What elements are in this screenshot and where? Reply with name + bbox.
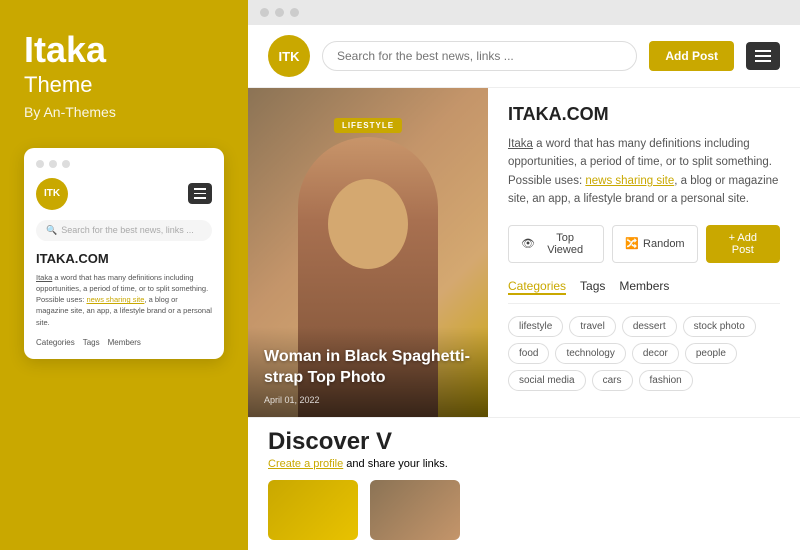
mockup-nav-tags[interactable]: Tags — [83, 338, 100, 347]
tag-decor[interactable]: decor — [632, 343, 679, 364]
mockup-search[interactable]: 🔍 Search for the best news, links ... — [36, 220, 212, 241]
browser-bar — [248, 0, 800, 25]
tags-grid: lifestyle travel dessert stock photo foo… — [508, 316, 780, 391]
mockup-link[interactable]: news sharing site — [86, 295, 144, 304]
top-viewed-button[interactable]: 👁 Top Viewed — [508, 225, 604, 263]
create-profile-link[interactable]: Create a profile — [268, 458, 343, 470]
browser-dot-1 — [260, 8, 269, 17]
tab-members[interactable]: Members — [619, 279, 669, 295]
brand-by: By An-Themes — [24, 104, 224, 120]
tag-cars[interactable]: cars — [592, 370, 633, 391]
info-description: Itaka a word that has many definitions i… — [508, 135, 780, 209]
tab-row: Categories Tags Members — [508, 279, 780, 304]
mockup-search-placeholder: Search for the best news, links ... — [61, 225, 194, 235]
mockup-site-title: ITAKA.COM — [36, 251, 212, 266]
main-logo: ITK — [268, 35, 310, 77]
discover-subtitle: Create a profile and share your links. — [268, 458, 780, 470]
mockup-description: Itaka a word that has many definitions i… — [36, 272, 212, 328]
mockup-logo: ITK — [36, 178, 68, 210]
action-buttons: 👁 Top Viewed 🔀 Random + Add Post — [508, 225, 780, 263]
mockup-nav: Categories Tags Members — [36, 338, 212, 347]
browser-content: ITK Add Post LIFESTYLE Woman in Black Sp… — [248, 25, 800, 550]
hero-section: LIFESTYLE Woman in Black Spaghetti-strap… — [248, 88, 488, 417]
mockup-hamburger-icon[interactable] — [188, 183, 212, 204]
tab-categories[interactable]: Categories — [508, 279, 566, 295]
add-post-button[interactable]: Add Post — [649, 41, 734, 71]
discover-section: Discover V Create a profile and share yo… — [248, 417, 800, 550]
tag-people[interactable]: people — [685, 343, 737, 364]
tag-fashion[interactable]: fashion — [639, 370, 693, 391]
nav-hamburger-icon[interactable] — [746, 42, 780, 70]
search-icon: 🔍 — [46, 225, 57, 236]
random-button[interactable]: 🔀 Random — [612, 225, 697, 263]
mockup-nav-members[interactable]: Members — [108, 338, 141, 347]
mockup-nav-categories[interactable]: Categories — [36, 338, 75, 347]
hero-overlay: Woman in Black Spaghetti-strap Top Photo… — [248, 327, 488, 417]
tag-dessert[interactable]: dessert — [622, 316, 677, 337]
sidebar-add-post-button[interactable]: + Add Post — [706, 225, 780, 263]
tag-food[interactable]: food — [508, 343, 549, 364]
tag-technology[interactable]: technology — [555, 343, 625, 364]
mockup-dots — [36, 160, 212, 168]
discover-card-2[interactable] — [370, 480, 460, 540]
tab-tags[interactable]: Tags — [580, 279, 605, 295]
info-sidebar: ITAKA.COM Itaka a word that has many def… — [488, 88, 800, 417]
info-site-title: ITAKA.COM — [508, 104, 780, 125]
discover-card-1[interactable] — [268, 480, 358, 540]
info-link[interactable]: news sharing site — [585, 175, 674, 187]
tag-social-media[interactable]: social media — [508, 370, 586, 391]
hero-date: April 01, 2022 — [264, 395, 472, 405]
tag-lifestyle[interactable]: lifestyle — [508, 316, 563, 337]
tag-travel[interactable]: travel — [569, 316, 615, 337]
main-search-input[interactable] — [322, 41, 637, 71]
brand-subtitle: Theme — [24, 72, 224, 98]
right-panel: ITK Add Post LIFESTYLE Woman in Black Sp… — [248, 0, 800, 550]
left-panel: Itaka Theme By An-Themes ITK 🔍 Search fo… — [0, 0, 248, 550]
browser-dot-3 — [290, 8, 299, 17]
content-area: LIFESTYLE Woman in Black Spaghetti-strap… — [248, 88, 800, 417]
hero-title: Woman in Black Spaghetti-strap Top Photo — [264, 347, 472, 389]
random-icon: 🔀 — [625, 237, 639, 250]
browser-dot-2 — [275, 8, 284, 17]
tag-stock-photo[interactable]: stock photo — [683, 316, 756, 337]
brand-title: Itaka — [24, 30, 224, 70]
lifestyle-badge: LIFESTYLE — [334, 118, 402, 133]
eye-icon: 👁 — [521, 237, 535, 250]
mockup-header: ITK — [36, 178, 212, 210]
main-nav: ITK Add Post — [248, 25, 800, 88]
discover-cards — [268, 480, 780, 540]
hero-image: LIFESTYLE Woman in Black Spaghetti-strap… — [248, 88, 488, 417]
small-mockup: ITK 🔍 Search for the best news, links ..… — [24, 148, 224, 359]
discover-title: Discover V — [268, 428, 780, 456]
